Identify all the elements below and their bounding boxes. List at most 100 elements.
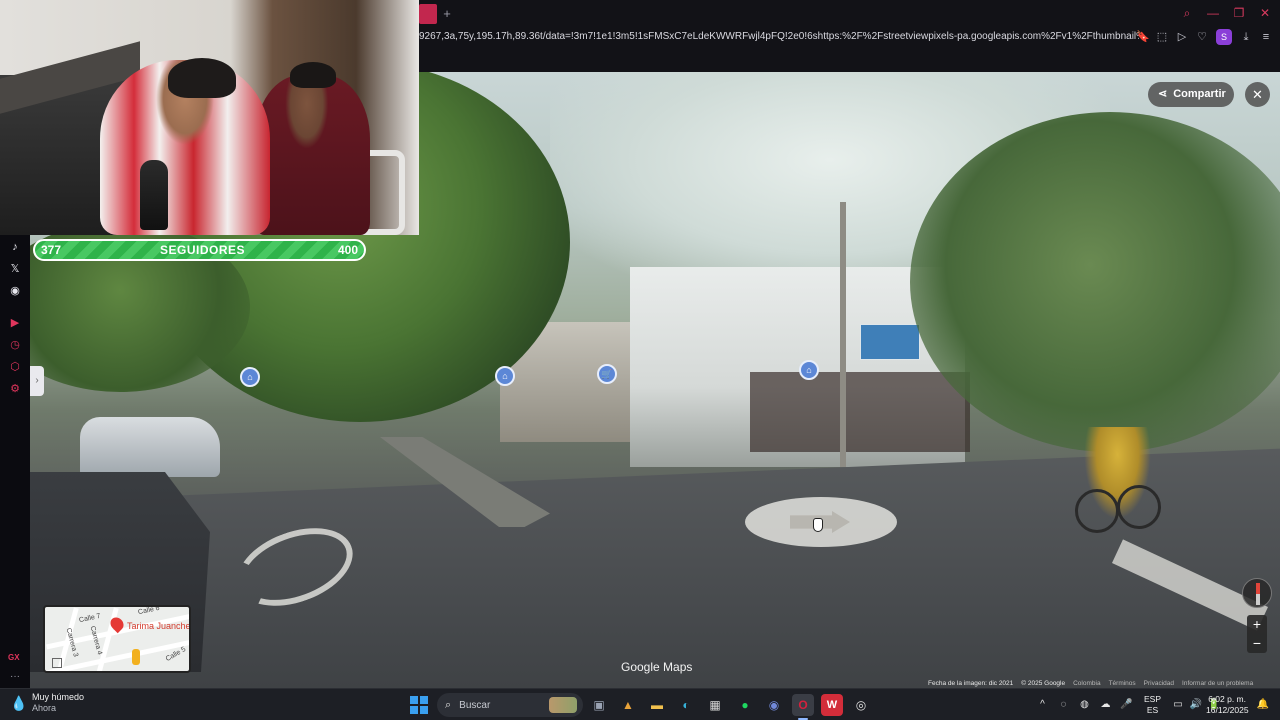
share-button[interactable]: ⋖ Compartir bbox=[1148, 82, 1234, 107]
desktop: + ⌕ — ❐ ✕ 9267,3a,75y,195.17h,89.36t/dat… bbox=[0, 0, 1280, 720]
url-text[interactable]: 9267,3a,75y,195.17h,89.36t/data=!3m7!1e1… bbox=[419, 31, 1139, 42]
google-maps-logo: Google Maps bbox=[621, 660, 693, 674]
discord-icon[interactable]: ◉ bbox=[7, 283, 23, 299]
opera-gx-icon[interactable]: O bbox=[792, 694, 814, 716]
file-explorer-icon[interactable]: ▬ bbox=[646, 694, 668, 716]
street-label: Calle 6 bbox=[137, 605, 161, 617]
minimap[interactable]: Calle 7 Calle 6 Carrera 4 Carrera 3 Call… bbox=[43, 605, 191, 673]
street-label: Carrera 4 bbox=[88, 625, 103, 656]
zoom-out-button[interactable]: − bbox=[1247, 634, 1267, 653]
discord-icon[interactable]: ◉ bbox=[763, 694, 785, 716]
parked-car bbox=[80, 417, 220, 477]
notifications-icon[interactable]: 🔔 bbox=[1256, 697, 1270, 713]
shop-marker-icon[interactable]: 🛒 bbox=[597, 364, 617, 384]
active-tab[interactable] bbox=[419, 4, 437, 24]
maximize-button[interactable]: ❐ bbox=[1232, 6, 1246, 20]
place-label[interactable]: Tarima Juanche bbox=[127, 621, 189, 631]
shop-marker-icon[interactable]: ⌂ bbox=[799, 360, 819, 380]
streamer-friend bbox=[255, 75, 370, 235]
shopfront bbox=[750, 372, 970, 452]
search-placeholder: Buscar bbox=[459, 699, 491, 711]
show-hidden-icons-icon[interactable]: ^ bbox=[1035, 697, 1050, 713]
hair bbox=[290, 62, 336, 88]
more-icon[interactable]: ··· bbox=[10, 671, 20, 682]
tray-app-icon[interactable]: ◌ bbox=[1056, 697, 1071, 713]
search-icon: ⌕ bbox=[445, 698, 452, 711]
player-icon[interactable]: ▷ bbox=[1176, 30, 1188, 44]
sidebar-expand-handle[interactable]: › bbox=[30, 366, 44, 396]
zoom-control: + − bbox=[1247, 615, 1267, 653]
weather-text: Muy húmedo Ahora bbox=[32, 692, 84, 714]
profile-avatar[interactable]: S bbox=[1216, 29, 1232, 45]
network-icon: ▭ bbox=[1173, 699, 1183, 710]
expand-map-icon[interactable] bbox=[52, 658, 62, 668]
address-bar[interactable]: 9267,3a,75y,195.17h,89.36t/data=!3m7!1e1… bbox=[419, 28, 1280, 48]
task-view-icon[interactable]: ▣ bbox=[588, 694, 610, 716]
followers-goal: 400 bbox=[337, 243, 358, 257]
followers-current: 377 bbox=[41, 243, 62, 257]
edge-icon[interactable]: ◐ bbox=[675, 694, 697, 716]
followers-label: SEGUIDORES bbox=[160, 243, 246, 257]
download-icon[interactable]: ⤓ bbox=[1240, 30, 1252, 44]
microphone-icon[interactable]: 🎤 bbox=[1119, 697, 1134, 713]
share-icon: ⋖ bbox=[1158, 88, 1168, 100]
search-highlight-icon bbox=[549, 697, 577, 713]
settings-icon[interactable]: ⚙ bbox=[7, 381, 23, 397]
webcam-feed bbox=[0, 0, 419, 235]
start-button[interactable] bbox=[410, 696, 428, 714]
files-app-icon[interactable]: ▲ bbox=[617, 694, 639, 716]
volume-icon: 🔊 bbox=[1189, 699, 1203, 710]
drop-icon: 💧 bbox=[10, 695, 28, 711]
window-controls: ⌕ — ❐ ✕ bbox=[1180, 6, 1272, 20]
weather-widget[interactable]: 💧 Muy húmedo Ahora bbox=[10, 692, 84, 714]
heart-icon[interactable]: ♡ bbox=[1196, 30, 1208, 44]
compass-icon[interactable] bbox=[1242, 578, 1272, 608]
address-bar-icons: 🔖 ⬚ ▷ ♡ S ⤓ ≡ bbox=[1136, 29, 1272, 45]
gx-sidebar: ♪ 𝕏 ◉ ▶ ◷ ⬡ ⚙ GX ··· bbox=[0, 235, 30, 688]
extensions-icon[interactable]: ⬡ bbox=[7, 359, 23, 375]
taskbar: 💧 Muy húmedo Ahora ⌕ Buscar ▣ ▲ ▬ ◐ ▦ ● … bbox=[0, 688, 1280, 720]
weather-time: Ahora bbox=[32, 703, 57, 713]
search-tabs-icon[interactable]: ⌕ bbox=[1180, 6, 1194, 20]
followers-goal-bar: 377 SEGUIDORES 400 bbox=[33, 239, 366, 261]
onedrive-icon[interactable]: ☁ bbox=[1098, 697, 1113, 713]
close-street-view-button[interactable]: ✕ bbox=[1245, 82, 1270, 107]
close-window-button[interactable]: ✕ bbox=[1258, 6, 1272, 20]
bike-wheel bbox=[1075, 489, 1119, 533]
player-icon[interactable]: ▶ bbox=[7, 315, 23, 331]
app-icon[interactable]: ◎ bbox=[850, 694, 872, 716]
gx-label[interactable]: GX bbox=[8, 653, 20, 662]
street-label: Calle 7 bbox=[78, 612, 102, 625]
easy-setup-icon[interactable]: ≡ bbox=[1260, 30, 1272, 44]
pegman-icon[interactable] bbox=[132, 649, 140, 665]
language-indicator[interactable]: ESP ES bbox=[1144, 694, 1161, 716]
cyclist bbox=[1075, 427, 1161, 537]
tiktok-icon[interactable]: ♪ bbox=[7, 239, 23, 255]
store-icon[interactable]: ▦ bbox=[704, 694, 726, 716]
place-marker-icon[interactable]: ⌂ bbox=[240, 367, 260, 387]
weather-condition: Muy húmedo bbox=[32, 692, 85, 702]
clock-date: 16/12/2025 bbox=[1206, 705, 1249, 715]
wps-icon[interactable]: W bbox=[821, 694, 843, 716]
keyboard-layout: ES bbox=[1146, 705, 1159, 715]
system-tray: ^ ◌ ◍ ☁ 🎤 bbox=[1035, 697, 1134, 713]
new-tab-button[interactable]: + bbox=[440, 6, 454, 22]
history-icon[interactable]: ◷ bbox=[7, 337, 23, 353]
spotify-icon[interactable]: ● bbox=[734, 694, 756, 716]
language-code: ESP bbox=[1144, 694, 1162, 704]
zoom-in-button[interactable]: + bbox=[1247, 615, 1267, 634]
tray-app-icon[interactable]: ◍ bbox=[1077, 697, 1092, 713]
bike-wheel bbox=[1117, 485, 1161, 529]
utility-pole bbox=[840, 202, 846, 467]
bookmark-icon[interactable]: 🔖 bbox=[1136, 30, 1150, 44]
x-icon[interactable]: 𝕏 bbox=[7, 261, 23, 277]
hand-cursor-icon bbox=[813, 518, 823, 532]
place-marker-icon[interactable]: ⌂ bbox=[495, 366, 515, 386]
clock[interactable]: 6:02 p. m. 16/12/2025 bbox=[1206, 694, 1249, 716]
minimize-button[interactable]: — bbox=[1206, 6, 1220, 20]
share-label: Compartir bbox=[1173, 88, 1226, 100]
taskbar-search[interactable]: ⌕ Buscar bbox=[437, 693, 583, 717]
clock-time: 6:02 p. m. bbox=[1208, 694, 1246, 704]
snapshot-icon[interactable]: ⬚ bbox=[1156, 30, 1168, 44]
store-sign bbox=[860, 324, 920, 360]
